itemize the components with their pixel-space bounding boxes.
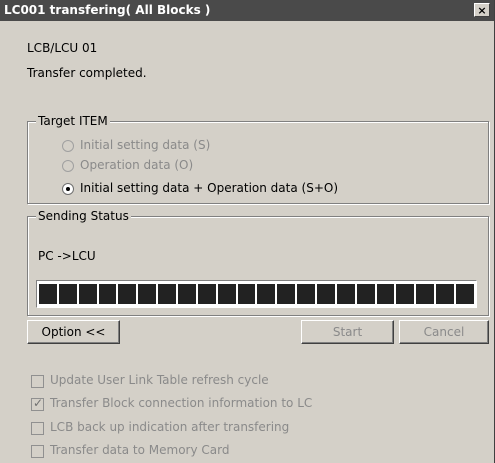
progress-segment <box>178 284 196 304</box>
progress-segment <box>277 284 296 304</box>
progress-segment <box>297 284 316 304</box>
cancel-button[interactable]: Cancel <box>399 320 489 344</box>
progress-segment <box>456 284 474 304</box>
sending-status-legend: Sending Status <box>36 209 131 223</box>
progress-segment <box>336 284 355 304</box>
option-button[interactable]: Option << <box>27 320 120 344</box>
checkbox-memory-card-label: Transfer data to Memory Card <box>50 443 230 457</box>
target-item-legend: Target ITEM <box>36 114 110 128</box>
transfer-dialog: LC001 transfering( All Blocks ) × LCB/LC… <box>0 0 495 463</box>
radio-initial-setting-label: Initial setting data (S) <box>80 138 211 152</box>
progress-segment <box>237 284 256 304</box>
progress-segment <box>217 284 236 304</box>
progress-bar <box>36 280 477 308</box>
transfer-direction: PC ->LCU <box>38 249 96 263</box>
progress-segment <box>118 284 137 304</box>
progress-segment <box>39 284 57 304</box>
radio-initial-plus-operation[interactable] <box>62 183 74 195</box>
title-bar[interactable]: LC001 transfering( All Blocks ) × <box>0 0 494 21</box>
radio-operation-data[interactable] <box>62 160 74 172</box>
progress-segment <box>58 284 77 304</box>
progress-segment <box>197 284 216 304</box>
progress-segment <box>416 284 435 304</box>
progress-segment <box>376 284 395 304</box>
progress-segment <box>138 284 157 304</box>
progress-segment <box>356 284 375 304</box>
transfer-status-text: Transfer completed. <box>27 66 147 80</box>
radio-operation-data-label: Operation data (O) <box>80 158 194 172</box>
checkbox-update-link-table-label: Update User Link Table refresh cycle <box>50 373 269 387</box>
progress-segment <box>257 284 276 304</box>
progress-segment <box>158 284 177 304</box>
checkbox-lcb-backup-label: LCB back up indication after transfering <box>50 420 290 434</box>
close-icon: × <box>477 4 487 17</box>
checkbox-lcb-backup[interactable] <box>31 422 44 435</box>
window-title: LC001 transfering( All Blocks ) <box>4 3 211 17</box>
close-button[interactable]: × <box>474 3 490 17</box>
checkbox-transfer-block-connection-label: Transfer Block connection information to… <box>50 396 313 410</box>
check-icon: ✓ <box>33 396 44 410</box>
start-button[interactable]: Start <box>301 320 394 344</box>
checkbox-memory-card[interactable] <box>31 445 44 458</box>
progress-segment <box>78 284 97 304</box>
progress-segment <box>98 284 117 304</box>
progress-segment <box>396 284 415 304</box>
device-label: LCB/LCU 01 <box>27 41 98 55</box>
checkbox-update-link-table[interactable] <box>31 375 44 388</box>
radio-initial-setting[interactable] <box>62 140 74 152</box>
radio-initial-plus-operation-label: Initial setting data + Operation data (S… <box>80 181 339 195</box>
progress-segment <box>436 284 455 304</box>
checkbox-transfer-block-connection[interactable]: ✓ <box>31 396 44 411</box>
progress-segment <box>317 284 335 304</box>
